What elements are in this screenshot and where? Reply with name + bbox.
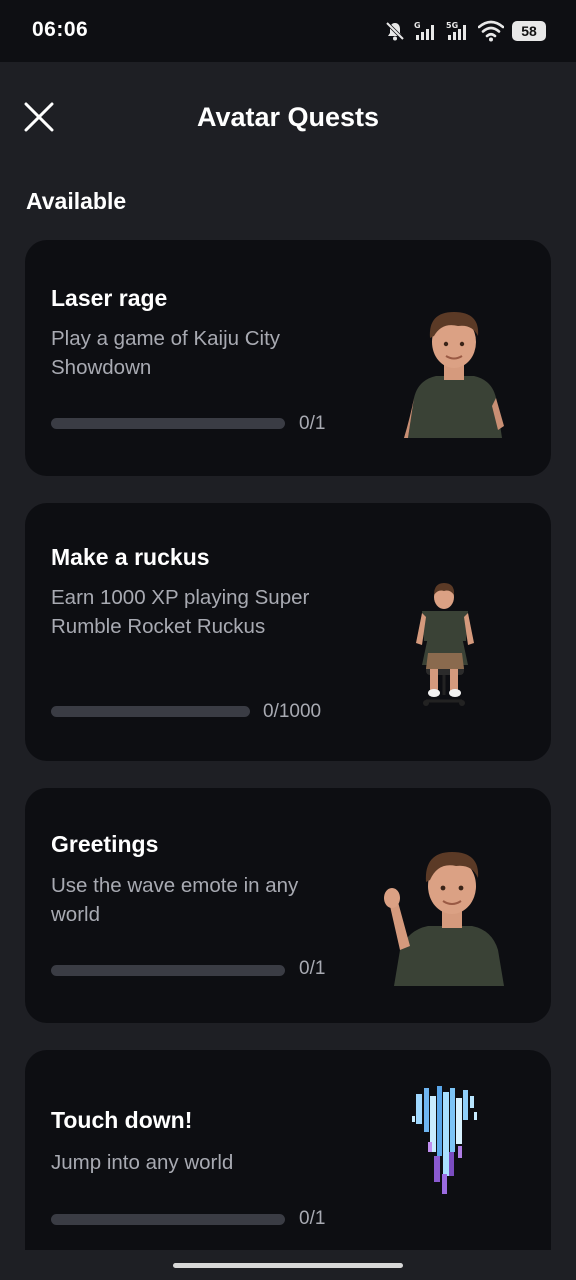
home-gesture-handle[interactable] — [173, 1263, 403, 1268]
quest-title: Laser rage — [51, 285, 168, 311]
avatar-standing-image — [404, 312, 504, 438]
progress-text: 0/1 — [299, 1208, 326, 1229]
svg-text:G: G — [414, 21, 421, 30]
header: Avatar Quests — [0, 62, 576, 172]
quest-title: Greetings — [51, 831, 159, 857]
avatar-sitting-chair-image — [416, 583, 474, 706]
avatar-waving-image — [384, 852, 504, 986]
progress-text: 0/1 — [299, 413, 326, 434]
quest-description: Use the wave emote in any world — [51, 874, 299, 926]
quest-description: Play a game of Kaiju City Showdown — [51, 327, 281, 379]
quest-title: Make a ruckus — [51, 544, 210, 570]
section-title: Available — [26, 188, 127, 214]
progress-text: 0/1 — [299, 958, 326, 979]
quest-card[interactable]: Laser rage Play a game of Kaiju City Sho… — [25, 240, 551, 476]
navigation-bar — [0, 1250, 576, 1280]
battery-icon: 58 — [512, 21, 546, 41]
quest-card[interactable]: Greetings Use the wave emote in any worl… — [25, 788, 551, 1023]
svg-text:5G: 5G — [446, 21, 458, 30]
progress-bar — [51, 706, 250, 717]
quest-description: Earn 1000 XP playing Super Rumble Rocket… — [51, 586, 310, 638]
quest-description: Jump into any world — [51, 1151, 234, 1174]
wifi-icon — [478, 20, 504, 42]
status-bar: 06:06 G 5G 58 — [0, 0, 576, 62]
signal-g-icon: G — [414, 20, 438, 42]
bell-muted-icon — [384, 20, 406, 42]
progress-bar — [51, 418, 285, 429]
progress-text: 0/1000 — [263, 701, 322, 722]
avatar-teleport-pixels-image — [412, 1086, 477, 1194]
quest-title: Touch down! — [51, 1107, 193, 1133]
status-time: 06:06 — [32, 18, 89, 41]
signal-5g-icon: 5G — [446, 20, 470, 42]
quest-card[interactable]: Touch down! Jump into any world 0/1 — [25, 1050, 551, 1280]
status-icons: G 5G 58 — [384, 18, 546, 44]
quest-card[interactable]: Make a ruckus Earn 1000 XP playing Super… — [25, 503, 551, 761]
progress-bar — [51, 1214, 285, 1225]
page-title: Avatar Quests — [196, 102, 380, 132]
progress-bar — [51, 965, 285, 976]
